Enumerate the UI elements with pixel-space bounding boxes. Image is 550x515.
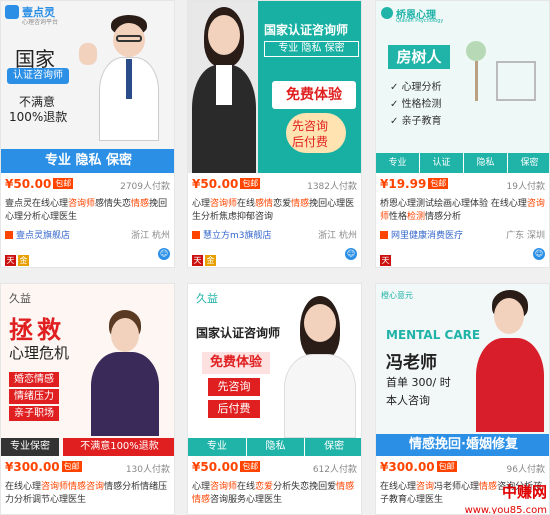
price: ¥300.00 xyxy=(380,460,435,474)
price: ¥50.00 xyxy=(192,177,239,191)
woman-photo xyxy=(192,7,256,173)
product-image[interactable]: 久益 拯救 心理危机 婚恋情感 情绪压力 亲子职场 专业保密 不满意100%退款 xyxy=(1,284,174,456)
shop-icon xyxy=(192,231,200,239)
shop-icon xyxy=(380,231,388,239)
consult-first: 先咨询 xyxy=(208,378,260,396)
feature-list: ✓ 心理分析 ✓ 性格检测 ✓ 亲子教育 xyxy=(390,82,442,127)
consultant-photo xyxy=(89,310,161,436)
tmall-icon: 天 xyxy=(380,255,391,266)
image-bottom-bar: 专业 隐私 保密 xyxy=(1,149,174,173)
wangwang-chat-icon[interactable]: ☺ xyxy=(533,248,545,260)
image-title: 国家认证咨询师 xyxy=(196,326,281,340)
image-bottom-bar: 情感挽回·婚姻修复 xyxy=(376,434,549,456)
brand-sub: 心理咨询平台 xyxy=(22,19,59,26)
image-title: 国家认证咨询师 xyxy=(264,23,349,37)
brand-name: 久益 xyxy=(9,292,31,305)
free-trial-label: 免费体验 xyxy=(202,352,270,374)
paid-count: 1382人付款 xyxy=(307,182,357,192)
shop-link[interactable]: 慧立方m3旗舰店 xyxy=(203,231,272,241)
tmall-icon: 天 xyxy=(192,255,203,266)
brand-logo-icon xyxy=(5,5,19,19)
product-title-link[interactable]: 心理咨询师在线恋爱分析失恋挽回爱情感情感咨询服务心理医生 xyxy=(192,481,357,507)
pay-later: 后付费 xyxy=(208,400,260,418)
brand-logo-icon xyxy=(381,7,393,19)
watermark-logo: 中赚网 xyxy=(501,483,547,501)
paid-count: 2709人付款 xyxy=(120,182,170,192)
location: 浙江 杭州 xyxy=(131,231,170,241)
price: ¥300.00 xyxy=(5,460,60,474)
image-title: 拯救 xyxy=(9,316,65,344)
product-card[interactable]: 桥恩心理 Qiaoen Psychology 房树人 ✓ 心理分析 ✓ 性格检测… xyxy=(375,0,550,268)
wangwang-chat-icon[interactable]: ☺ xyxy=(345,248,357,260)
product-image[interactable]: 国家认证咨询师 专业 隐私 保密 免费体验 先咨询 后付费 xyxy=(188,1,361,173)
brand-sub: Qiaoen Psychology xyxy=(396,18,444,24)
product-card[interactable]: 国家认证咨询师 专业 隐私 保密 免费体验 先咨询 后付费 ¥50.00 包邮 1… xyxy=(187,0,362,268)
product-card[interactable]: 久益 拯救 心理危机 婚恋情感 情绪压力 亲子职场 专业保密 不满意100%退款… xyxy=(0,283,175,515)
shop-link[interactable]: 壹点灵旗舰店 xyxy=(16,231,70,241)
shop-icon xyxy=(5,231,13,239)
free-shipping-badge: 包邮 xyxy=(240,461,261,472)
paid-count: 612人付款 xyxy=(312,465,357,475)
product-title-link[interactable]: 桥恩心理测试绘画心理体验 在线心理咨询师性格检测情感分析 xyxy=(380,198,545,224)
free-shipping-badge: 包邮 xyxy=(61,461,82,472)
price: ¥50.00 xyxy=(192,460,239,474)
guarantee-line2: 100%退款 xyxy=(9,110,68,124)
cert-label: 认证咨询师 xyxy=(7,68,69,84)
product-title-link[interactable]: 壹点灵在线心理咨询师感情失恋情感挽回心理分析心理医生 xyxy=(5,198,170,224)
paid-count: 96人付款 xyxy=(506,465,545,475)
gold-seller-icon: 金 xyxy=(18,255,29,266)
product-card[interactable]: 橙心意元 MENTAL CARE 冯老师 首单 300/ 时 本人咨询 情感挽回… xyxy=(375,283,550,515)
tmall-icon: 天 xyxy=(5,255,16,266)
self-consult-text: 本人咨询 xyxy=(386,394,430,407)
image-title: 房树人 xyxy=(388,45,450,69)
wangwang-chat-icon[interactable]: ☺ xyxy=(158,248,170,260)
free-trial-label: 免费体验 xyxy=(272,81,356,109)
consultant-photo xyxy=(284,296,356,438)
image-tabs: 专业 认证 隐私 保密 xyxy=(376,153,549,173)
service-list: 婚恋情感 情绪压力 亲子职场 xyxy=(9,372,59,421)
free-shipping-badge: 包邮 xyxy=(428,178,449,189)
pay-later: 后付费 xyxy=(292,135,329,149)
image-sub: 专业 隐私 保密 xyxy=(264,41,359,57)
gold-seller-icon: 金 xyxy=(205,255,216,266)
image-tabs: 专业 隐私 保密 xyxy=(188,438,361,456)
brand-name: 久益 xyxy=(196,292,218,305)
brand-name: 橙心意元 xyxy=(381,291,413,300)
price: ¥50.00 xyxy=(5,177,52,191)
offer-text: 首单 300/ 时 xyxy=(386,376,451,389)
watermark-url: www.you85.com xyxy=(464,505,547,515)
free-shipping-badge: 包邮 xyxy=(436,461,457,472)
location: 广东 深圳 xyxy=(506,231,545,241)
image-en-title: MENTAL CARE xyxy=(386,328,481,342)
free-shipping-badge: 包邮 xyxy=(240,178,261,189)
product-image[interactable]: 桥恩心理 Qiaoen Psychology 房树人 ✓ 心理分析 ✓ 性格检测… xyxy=(376,1,549,173)
product-image[interactable]: 橙心意元 MENTAL CARE 冯老师 首单 300/ 时 本人咨询 情感挽回… xyxy=(376,284,549,456)
free-shipping-badge: 包邮 xyxy=(53,178,74,189)
paid-count: 130人付款 xyxy=(125,465,170,475)
product-grid: 壹点灵 心理咨询平台 国家 认证咨询师 不满意 100%退款 专业 隐私 保密 … xyxy=(0,0,550,515)
paid-count: 19人付款 xyxy=(506,182,545,192)
consultant-photo xyxy=(476,290,544,432)
consult-first: 先咨询 xyxy=(292,119,329,133)
product-image[interactable]: 久益 国家认证咨询师 免费体验 先咨询 后付费 专业 隐私 保密 xyxy=(188,284,361,456)
right-tag: 不满意100%退款 xyxy=(63,438,174,456)
house-tree-drawing xyxy=(466,31,541,131)
product-title-link[interactable]: 在线心理咨询师情感咨询情感分析情绪压力分析调节心理医生 xyxy=(5,481,170,507)
price: ¥19.99 xyxy=(380,177,427,191)
product-card[interactable]: 壹点灵 心理咨询平台 国家 认证咨询师 不满意 100%退款 专业 隐私 保密 … xyxy=(0,0,175,268)
consultant-name: 冯老师 xyxy=(386,353,437,373)
left-tag: 专业保密 xyxy=(1,438,59,456)
product-title-link[interactable]: 心理咨询师在线感情恋爱情感挽回心理医生分析焦虑抑郁咨询 xyxy=(192,198,357,224)
shop-link[interactable]: 网里健康消费医疗 xyxy=(391,231,463,241)
product-card[interactable]: 久益 国家认证咨询师 免费体验 先咨询 后付费 专业 隐私 保密 ¥50.00 包… xyxy=(187,283,362,515)
image-sub: 心理危机 xyxy=(9,344,70,362)
product-image[interactable]: 壹点灵 心理咨询平台 国家 认证咨询师 不满意 100%退款 专业 隐私 保密 xyxy=(1,1,174,173)
location: 浙江 杭州 xyxy=(318,231,357,241)
doctor-illustration xyxy=(79,13,163,141)
